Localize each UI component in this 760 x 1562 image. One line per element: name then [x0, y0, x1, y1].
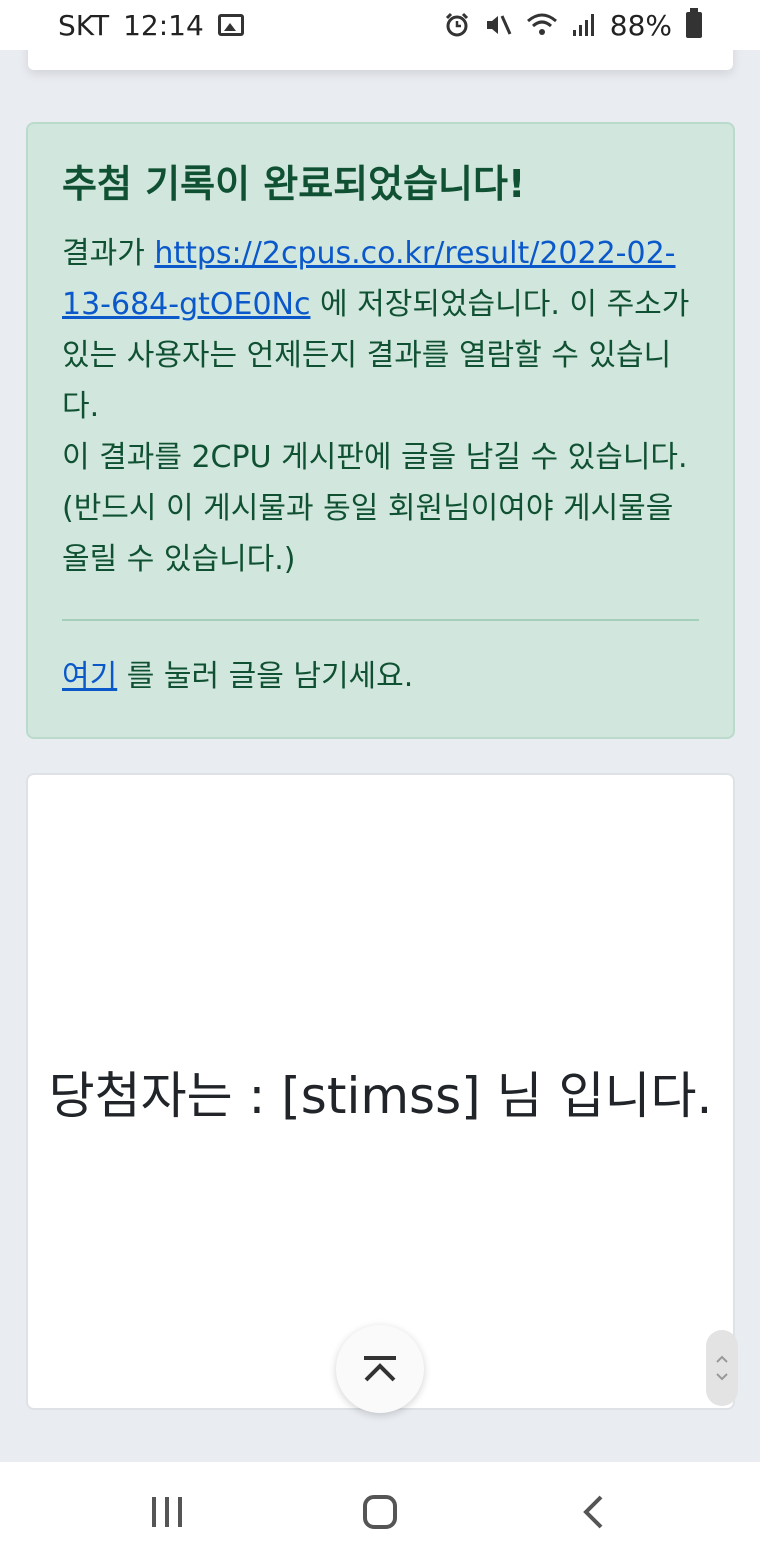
clock: 12:14	[123, 8, 204, 42]
alert-divider	[62, 619, 699, 621]
alert-footer: 여기 를 눌러 글을 남기세요.	[62, 651, 699, 702]
wifi-icon	[526, 13, 557, 35]
carrier: SKT	[58, 8, 110, 42]
back-icon	[583, 1495, 603, 1529]
scroll-handle[interactable]	[706, 1330, 738, 1406]
home-button[interactable]	[340, 1482, 420, 1542]
status-left: SKT 12:14	[58, 9, 244, 42]
winner-card: 당첨자는 : [stimss] 님 입니다.	[26, 773, 735, 1410]
chevron-down-icon	[716, 1373, 728, 1381]
alert-body: 결과가 https://2cpus.co.kr/result/2022-02-1…	[62, 228, 699, 585]
battery-percent: 88%	[609, 8, 672, 42]
signal-icon	[572, 14, 594, 36]
scroll-to-top-button[interactable]	[336, 1325, 424, 1413]
chevron-up-icon	[716, 1355, 728, 1363]
recent-apps-icon	[151, 1497, 182, 1527]
alert-prefix: 결과가	[62, 236, 155, 271]
alert-title: 추첨 기록이 완료되었습니다!	[62, 162, 526, 206]
recent-apps-button[interactable]	[127, 1482, 207, 1542]
battery-icon	[686, 8, 702, 38]
footer-text: 를 눌러 글을 남기세요.	[117, 659, 414, 694]
winner-text: 당첨자는 : [stimss] 님 입니다.	[48, 1066, 713, 1125]
home-icon	[362, 1495, 397, 1529]
alarm-icon	[445, 12, 468, 37]
board-note: 이 결과를 2CPU 게시판에 글을 남길 수 있습니다. (반드시 이 게시물…	[62, 440, 688, 577]
success-alert: 추첨 기록이 완료되었습니다! 결과가 https://2cpus.co.kr/…	[26, 122, 735, 739]
navigation-bar	[0, 1462, 760, 1562]
image-icon	[217, 14, 244, 36]
mute-icon	[486, 15, 512, 35]
status-bar: SKT 12:14 88%	[0, 0, 760, 50]
back-button[interactable]	[553, 1482, 633, 1542]
post-here-link[interactable]: 여기	[62, 659, 117, 694]
status-right: 88%	[444, 8, 702, 42]
chevron-up-icon	[364, 1356, 396, 1382]
